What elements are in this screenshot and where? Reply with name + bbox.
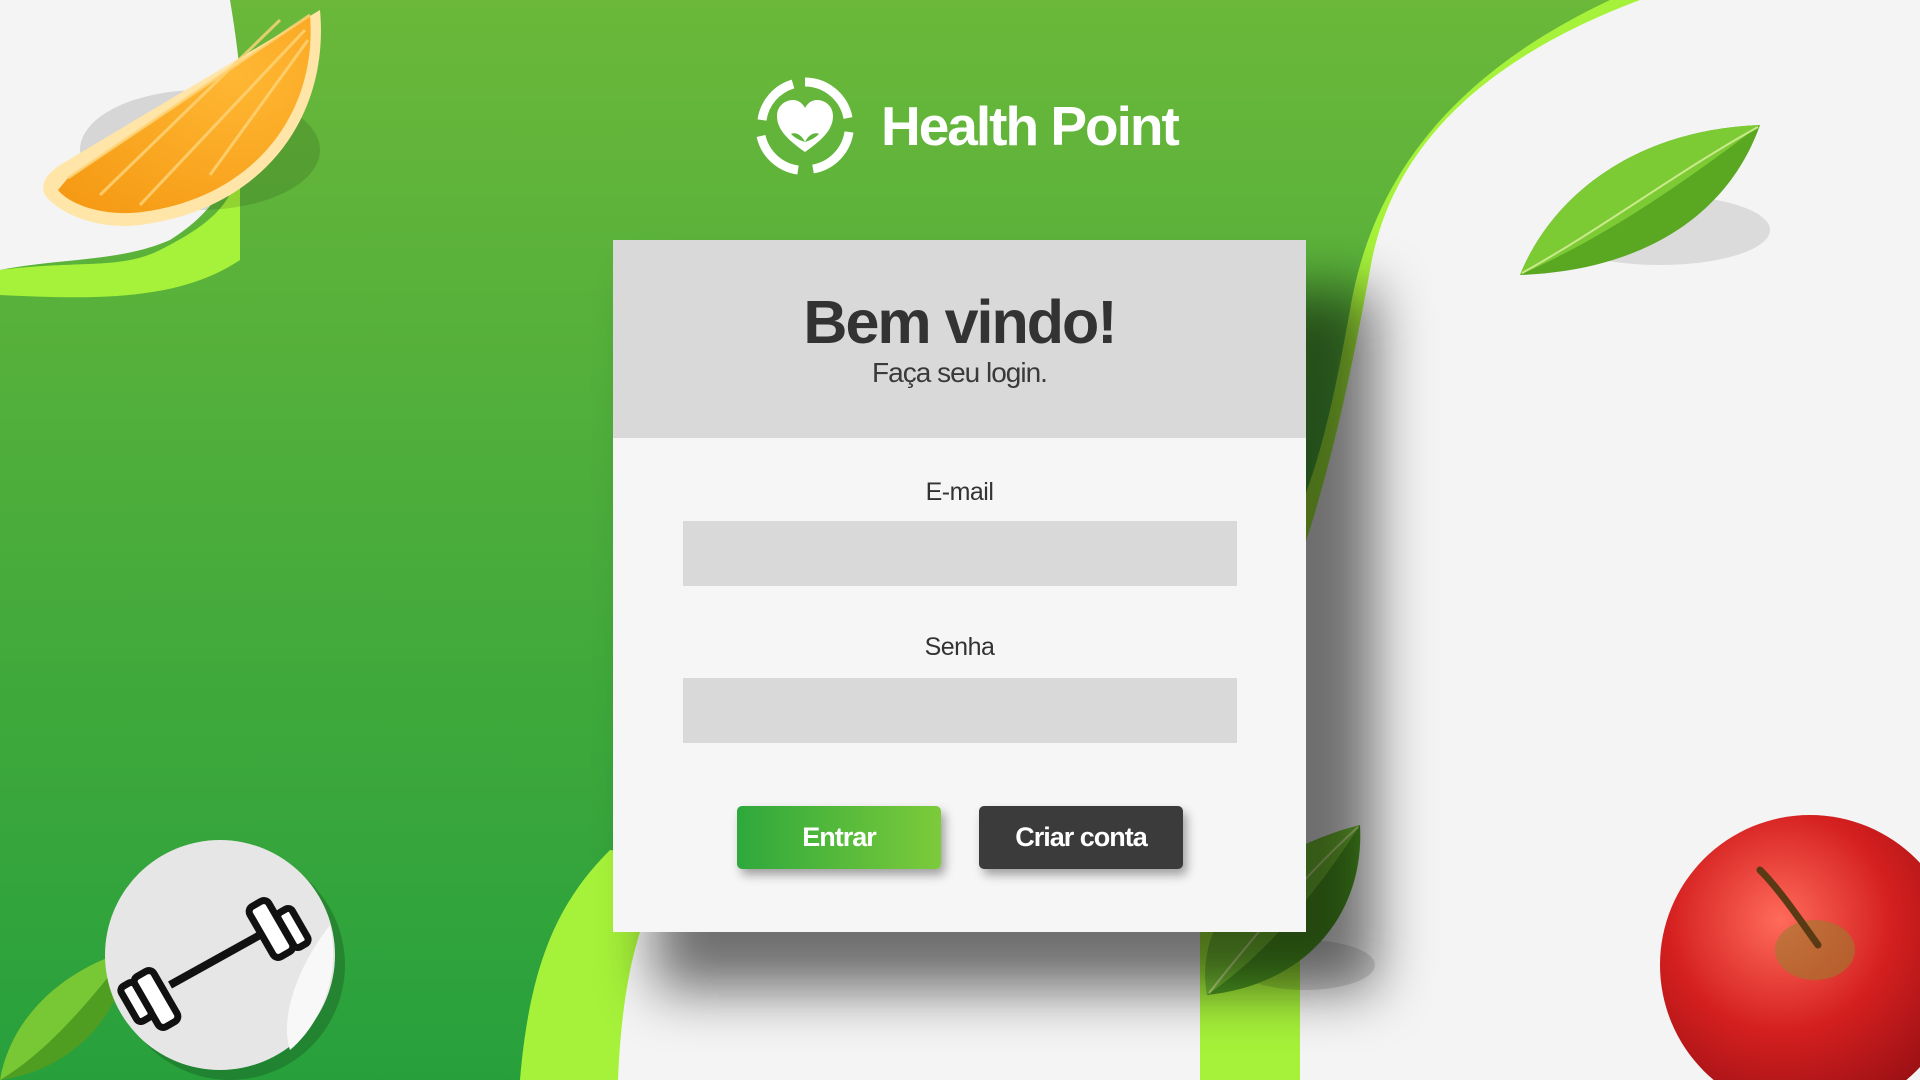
login-card: Bem vindo! Faça seu login. E-mail Senha … <box>613 240 1306 932</box>
login-button[interactable]: Entrar <box>737 806 941 869</box>
apple-image <box>1660 815 1920 1080</box>
login-screen: Health Point Bem vindo! Faça seu login. … <box>0 0 1920 1080</box>
brand-logo: Health Point <box>755 76 1180 176</box>
page-subtitle: Faça seu login. <box>872 357 1048 388</box>
dumbbell-sticker <box>105 840 345 1080</box>
email-field[interactable] <box>683 521 1237 586</box>
email-label: E-mail <box>925 478 994 506</box>
password-field[interactable] <box>683 678 1237 743</box>
create-account-button[interactable]: Criar conta <box>979 806 1183 869</box>
leaf-image-top-right <box>1520 125 1770 275</box>
password-label: Senha <box>924 633 995 661</box>
brand-name: Health Point <box>881 95 1180 157</box>
orange-slice-image <box>43 10 321 226</box>
heart-leaf-ring-icon <box>756 77 854 175</box>
page-title: Bem vindo! <box>803 288 1117 356</box>
card-header: Bem vindo! Faça seu login. <box>613 240 1306 438</box>
